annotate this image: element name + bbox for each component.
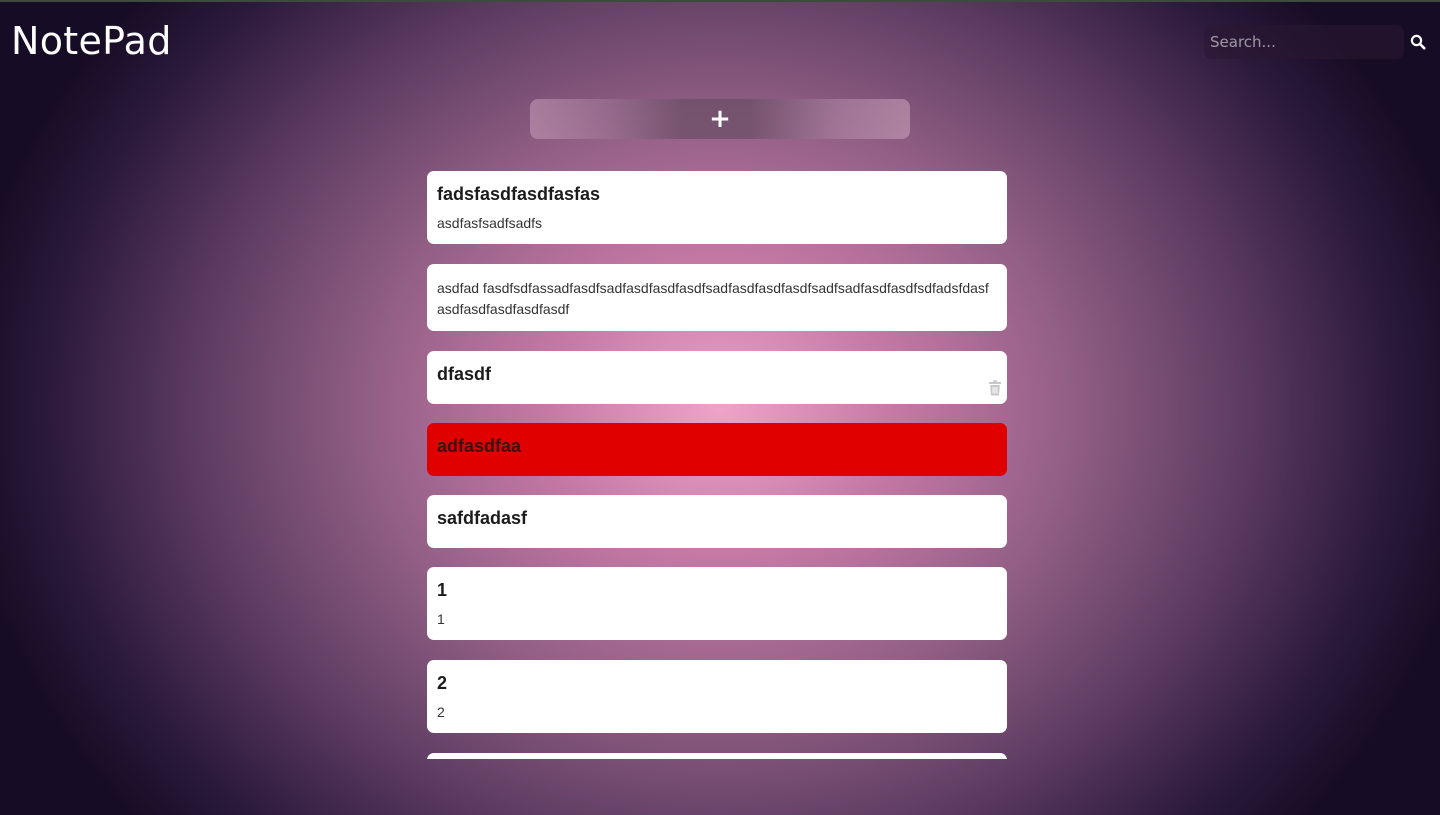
note-card[interactable]: fadsfasdfasdfasfas asdfasfsadfsadfs: [427, 171, 1007, 244]
note-card[interactable]: 1 1: [427, 567, 1007, 640]
add-note-button[interactable]: +: [530, 99, 910, 139]
note-title: dfasdf: [437, 364, 491, 384]
search-icon: [1410, 34, 1426, 50]
trash-icon[interactable]: [988, 380, 1002, 396]
notes-list: fadsfasdfasdfasfas asdfasfsadfsadfs asdf…: [427, 171, 1007, 759]
app-title: NotePad: [11, 19, 172, 63]
search-button[interactable]: [1406, 25, 1430, 59]
note-card-highlighted[interactable]: adfasdfaa: [427, 423, 1007, 476]
note-body: asdfasfsadfsadfs: [437, 215, 543, 231]
note-body: asdfad fasdfsdfassadfasdfsadfasdfasdfasd…: [437, 280, 989, 317]
note-body: 1: [437, 611, 445, 627]
note-card[interactable]: safdfadasf: [427, 495, 1007, 548]
note-card-partial[interactable]: [427, 753, 1007, 759]
note-title: adfasdfaa: [437, 436, 522, 456]
plus-icon: +: [709, 104, 731, 134]
note-body: 2: [437, 704, 445, 720]
search-input[interactable]: [1204, 25, 1404, 59]
note-card[interactable]: asdfad fasdfsdfassadfasdfsadfasdfasdfasd…: [427, 264, 1007, 331]
note-title: 2: [437, 673, 448, 693]
note-title: safdfadasf: [437, 508, 528, 528]
note-card[interactable]: 2 2: [427, 660, 1007, 733]
note-title: fadsfasdfasdfasfas: [437, 184, 601, 204]
note-card[interactable]: dfasdf: [427, 351, 1007, 404]
search-bar: [1204, 25, 1430, 59]
note-title: 1: [437, 580, 448, 600]
